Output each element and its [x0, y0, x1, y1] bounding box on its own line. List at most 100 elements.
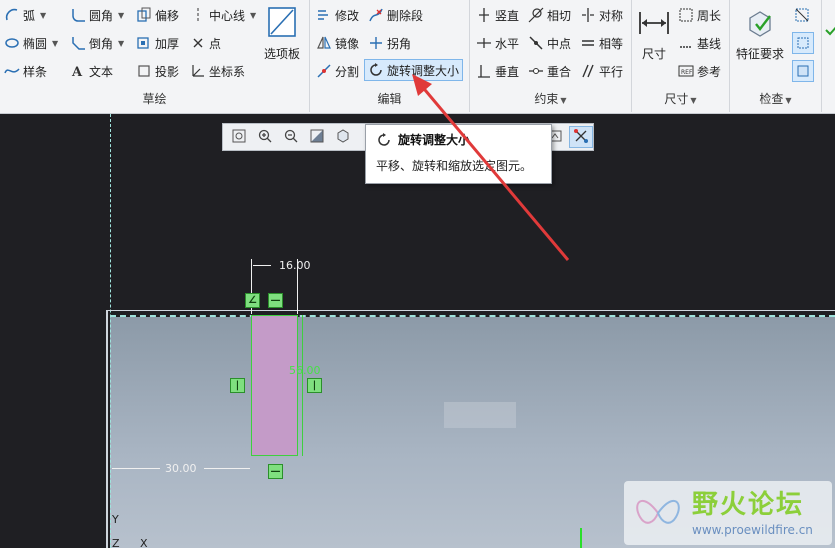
perpendicular-marker-icon: ∠ — [248, 295, 257, 306]
perpendicular-constraint[interactable]: 垂直 — [476, 60, 519, 82]
vertical-constraint[interactable]: 竖直 — [476, 4, 519, 26]
offset-tool[interactable]: 偏移 — [136, 4, 179, 26]
symmetric-icon — [580, 7, 596, 23]
modify-tool[interactable]: 修改 — [316, 4, 359, 26]
group-label-constraint[interactable]: 约束 ▼ — [470, 90, 631, 107]
baseline-tool[interactable]: 基线 — [678, 32, 721, 54]
chevron-down-icon: ▼ — [40, 10, 47, 20]
watermark-name: 野火论坛 — [692, 490, 805, 520]
watermark-url: www.proewildfire.cn — [692, 523, 813, 537]
horizontal-reference-line — [110, 315, 835, 317]
reference-icon: REF — [678, 63, 694, 79]
point-tool[interactable]: 点 — [190, 32, 221, 54]
dimension-height-text[interactable]: 56.00 — [289, 364, 321, 377]
parallel-constraint[interactable]: 平行 — [580, 60, 623, 82]
text-tool[interactable]: A 文本 — [70, 60, 113, 82]
dimension-button[interactable]: 尺寸 — [638, 8, 670, 62]
group-constraint: 竖直 水平 垂直 相切 中点 重合 对称 相等 平行 约束 ▼ — [470, 0, 632, 112]
arc-tool[interactable]: 弧 ▼ — [4, 4, 46, 26]
symmetric-constraint[interactable]: 对称 — [580, 4, 623, 26]
constraint-marker-vertical-left[interactable]: | — [230, 378, 245, 393]
axis-z-label: Z — [112, 537, 120, 548]
project-icon — [136, 63, 152, 79]
zoom-in-icon — [257, 128, 273, 147]
chamfer-tool[interactable]: 倒角 ▼ — [70, 32, 124, 54]
constraint-marker-horizontal-top[interactable]: — — [268, 293, 283, 308]
coordinate-system-icon — [190, 63, 206, 79]
horizontal-constraint[interactable]: 水平 — [476, 32, 519, 54]
fillet-tool[interactable]: 圆角 ▼ — [70, 4, 124, 26]
constraint-marker-vertical-right[interactable]: | — [307, 378, 322, 393]
chevron-down-icon: ▼ — [250, 10, 257, 20]
tangent-icon — [528, 7, 544, 23]
delete-segment-tool[interactable]: 删除段 — [368, 4, 423, 26]
thicken-tool[interactable]: 加厚 — [136, 32, 179, 54]
dim-line-offset-right — [204, 468, 250, 469]
vertical-marker-icon: | — [312, 380, 317, 391]
green-axis-marker — [580, 528, 582, 548]
constraint-marker-horizontal-bottom[interactable]: — — [268, 464, 283, 479]
tangent-constraint[interactable]: 相切 — [528, 4, 571, 26]
repaint-button[interactable] — [305, 126, 329, 148]
palette-icon — [267, 6, 297, 41]
reference-tool[interactable]: REF 参考 — [678, 60, 721, 82]
feature-requirements-button[interactable]: 特征要求 — [736, 8, 784, 62]
point-icon — [190, 35, 206, 51]
group-dimension: 尺寸 周长 基线 REF 参考 尺寸 ▼ — [632, 0, 730, 112]
cube-icon — [335, 128, 351, 147]
perimeter-tool[interactable]: 周长 — [678, 4, 721, 26]
axis-y-label: Y — [112, 513, 119, 526]
display-style-button[interactable] — [331, 126, 355, 148]
chevron-down-icon: ▼ — [118, 38, 125, 48]
chevron-down-icon: ▼ — [785, 96, 792, 105]
project-tool[interactable]: 投影 — [136, 60, 179, 82]
check-mark-icon[interactable] — [824, 22, 835, 38]
sketch-rectangle[interactable] — [251, 315, 298, 456]
tooltip: 旋转调整大小 平移、旋转和缩放选定图元。 — [365, 124, 552, 184]
highlight-open-ends-button[interactable] — [794, 4, 810, 26]
zoom-out-button[interactable] — [279, 126, 303, 148]
equal-constraint[interactable]: 相等 — [580, 32, 623, 54]
group-label-dimension[interactable]: 尺寸 ▼ — [632, 90, 729, 107]
group-label-inspect[interactable]: 检查 ▼ — [730, 90, 821, 107]
dimension-width-text[interactable]: 16.00 — [279, 259, 311, 272]
modify-icon — [316, 7, 332, 23]
coordinate-system-tool[interactable]: 坐标系 — [190, 60, 245, 82]
mirror-tool[interactable]: 镜像 — [316, 32, 359, 54]
spline-tool[interactable]: 样条 — [4, 60, 47, 82]
refit-button[interactable] — [227, 126, 251, 148]
coincident-icon — [528, 63, 544, 79]
offset-icon — [136, 7, 152, 23]
overlapping-geometry-button[interactable] — [792, 32, 814, 54]
arc-icon — [4, 7, 20, 23]
chevron-down-icon: ▼ — [118, 10, 125, 20]
coincident-constraint[interactable]: 重合 — [528, 60, 571, 82]
corner-tool[interactable]: 拐角 — [368, 32, 411, 54]
options-palette-button[interactable]: 选项板 — [264, 6, 300, 62]
shade-closed-loops-button[interactable] — [792, 60, 814, 82]
svg-text:A: A — [71, 65, 83, 79]
dimension-icon — [638, 8, 670, 41]
ellipse-tool[interactable]: 椭圆 ▼ — [4, 32, 58, 54]
parallel-icon — [580, 63, 596, 79]
ellipse-icon — [4, 35, 20, 51]
ghost-toolbar — [444, 402, 516, 428]
dim-line-offset-left — [112, 468, 160, 469]
dimension-offset-text[interactable]: 30.00 — [165, 462, 197, 475]
vertical-icon — [476, 7, 492, 23]
zoom-out-icon — [283, 128, 299, 147]
constraint-marker-tangent[interactable]: ∠ — [245, 293, 260, 308]
rotate-icon — [376, 132, 392, 148]
centerline-tool[interactable]: 中心线 ▼ — [190, 4, 256, 26]
midpoint-constraint[interactable]: 中点 — [528, 32, 571, 54]
repaint-icon — [309, 128, 325, 147]
sketch-left-edge — [106, 310, 108, 548]
rotate-resize-button[interactable]: 旋转调整大小 — [364, 59, 464, 81]
horizontal-icon — [476, 35, 492, 51]
feature-requirements-icon — [744, 8, 776, 41]
dim-line-height — [302, 315, 303, 456]
sketcher-display-button[interactable] — [569, 126, 593, 148]
zoom-in-button[interactable] — [253, 126, 277, 148]
divide-tool[interactable]: 分割 — [316, 60, 359, 82]
delete-segment-icon — [368, 7, 384, 23]
